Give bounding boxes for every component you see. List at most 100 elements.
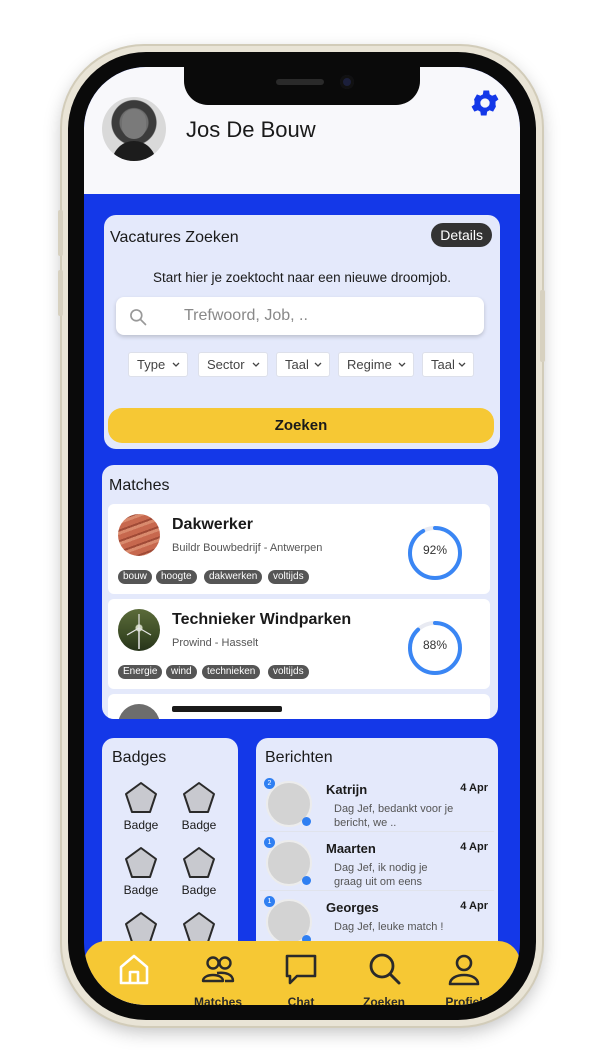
filter-taal-label: Taal [285, 357, 309, 372]
search-card: Vacatures Zoeken Details Start hier je z… [104, 215, 500, 449]
filter-taal-2[interactable]: Taal [422, 352, 474, 377]
filter-taal[interactable]: Taal [276, 352, 330, 377]
details-button[interactable]: Details [431, 223, 492, 247]
message-sender: Katrijn [326, 782, 368, 797]
match-title: Technieker Windparken [172, 611, 352, 628]
tab-search[interactable]: Zoeken [354, 951, 414, 1005]
messages-card-title: Berichten [265, 749, 333, 766]
online-dot [302, 817, 311, 826]
roof-tiles-thumbnail [118, 514, 160, 556]
badge-label: Badge [123, 818, 159, 832]
search-bar[interactable] [116, 297, 484, 335]
chat-icon [285, 954, 317, 985]
tag: voltijds [268, 570, 309, 584]
badge[interactable]: Badge [176, 845, 222, 907]
search-icon [369, 953, 401, 985]
badge-label: Badge [181, 818, 217, 832]
tab-profile-label: Profiel [445, 995, 483, 1005]
tab-matches-label: Matches [193, 995, 243, 1005]
message-sender: Georges [326, 900, 379, 915]
filter-type-label: Type [137, 357, 166, 372]
message-preview: Dag Jef, ik nodig je graag uit om eens [334, 862, 428, 888]
notch [184, 67, 420, 105]
tag: dakwerken [204, 570, 263, 584]
message-preview: Dag Jef, bedankt voor je bericht, we .. [334, 803, 454, 829]
tab-chat[interactable]: Chat [271, 951, 331, 1005]
match-subtitle: Prowind - Hasselt [172, 637, 259, 649]
wind-turbine-thumbnail [118, 609, 160, 651]
tab-matches[interactable]: Matches [188, 951, 248, 1005]
message-date: 4 Apr [460, 782, 488, 794]
camera [340, 75, 354, 89]
tag: hoogte [156, 570, 197, 584]
speaker [276, 79, 324, 85]
match-item[interactable]: Dakwerker Buildr Bouwbedrijf - Antwerpen… [108, 504, 490, 594]
tag: bouw [118, 570, 152, 584]
filter-regime[interactable]: Regime [338, 352, 414, 377]
filter-sector[interactable]: Sector [198, 352, 268, 377]
unread-count-badge: 2 [264, 778, 275, 789]
chevron-down-icon [398, 362, 406, 367]
gear-icon[interactable] [468, 86, 502, 120]
message-sender: Maarten [326, 841, 376, 856]
pentagon-badge-icon [125, 782, 157, 813]
pentagon-badge-icon [183, 782, 215, 813]
phone-side-button [58, 210, 63, 256]
filter-sector-label: Sector [207, 357, 245, 372]
matches-card: Matches Dakwerker Buildr Bouwbedrijf - A… [102, 465, 498, 719]
tag: Energie [118, 665, 163, 679]
match-item-partial[interactable] [108, 694, 490, 719]
phone-side-button [58, 270, 63, 316]
filter-type[interactable]: Type [128, 352, 188, 377]
message-date: 4 Apr [460, 900, 488, 912]
chevron-down-icon [172, 362, 180, 367]
turbine-icon [126, 614, 152, 649]
tab-search-label: Zoeken [362, 995, 405, 1005]
chevron-down-icon [314, 362, 322, 367]
app-screen: Jos De Bouw Vacatures Zoeken Details Sta… [84, 67, 520, 1005]
search-subtitle: Start hier je zoektocht naar een nieuwe … [153, 270, 451, 285]
home-icon [119, 954, 149, 985]
search-submit-button[interactable]: Zoeken [108, 408, 494, 443]
unread-count-badge: 1 [264, 896, 275, 907]
online-dot [302, 876, 311, 885]
message-preview: Dag Jef, leuke match ! [334, 921, 444, 933]
badges-card-title: Badges [112, 749, 167, 766]
message-item[interactable]: 2 Katrijn 4 Apr Dag Jef, bedankt voor je… [260, 774, 494, 832]
tab-home[interactable] [104, 951, 164, 1005]
tab-profile[interactable]: Profiel [434, 951, 494, 1005]
pentagon-badge-icon [125, 847, 157, 878]
filter-taal-2-label: Taal [431, 357, 455, 372]
users-icon [201, 956, 235, 983]
message-item[interactable]: 1 Maarten 4 Apr Dag Jef, ik nodig je gra… [260, 833, 494, 891]
match-score: 88% [422, 638, 448, 652]
search-input[interactable] [184, 304, 464, 328]
tag: voltijds [268, 665, 309, 679]
match-subtitle: Buildr Bouwbedrijf - Antwerpen [172, 542, 323, 554]
unread-count-badge: 1 [264, 837, 275, 848]
filter-regime-label: Regime [347, 357, 392, 372]
match-thumbnail [118, 704, 160, 719]
match-item[interactable]: Technieker Windparken Prowind - Hasselt … [108, 599, 490, 689]
badge-label: Badge [123, 883, 159, 897]
tag: wind [166, 665, 197, 679]
badge[interactable]: Badge [118, 780, 164, 842]
pentagon-badge-icon [183, 847, 215, 878]
profile-icon [448, 954, 480, 986]
avatar[interactable] [102, 97, 166, 161]
matches-card-title: Matches [109, 477, 170, 494]
chevron-down-icon [458, 362, 466, 367]
search-card-title: Vacatures Zoeken [110, 229, 239, 246]
user-name: Jos De Bouw [186, 117, 316, 142]
chevron-down-icon [252, 362, 260, 367]
phone-side-button [540, 290, 545, 362]
badge[interactable]: Badge [176, 780, 222, 842]
match-title-cropped [172, 706, 282, 712]
badge[interactable]: Badge [118, 845, 164, 907]
match-title: Dakwerker [172, 516, 253, 533]
match-score: 92% [422, 543, 448, 557]
tab-chat-label: Chat [287, 995, 315, 1005]
search-icon [130, 309, 147, 326]
avatar-body [112, 141, 156, 161]
message-date: 4 Apr [460, 841, 488, 853]
